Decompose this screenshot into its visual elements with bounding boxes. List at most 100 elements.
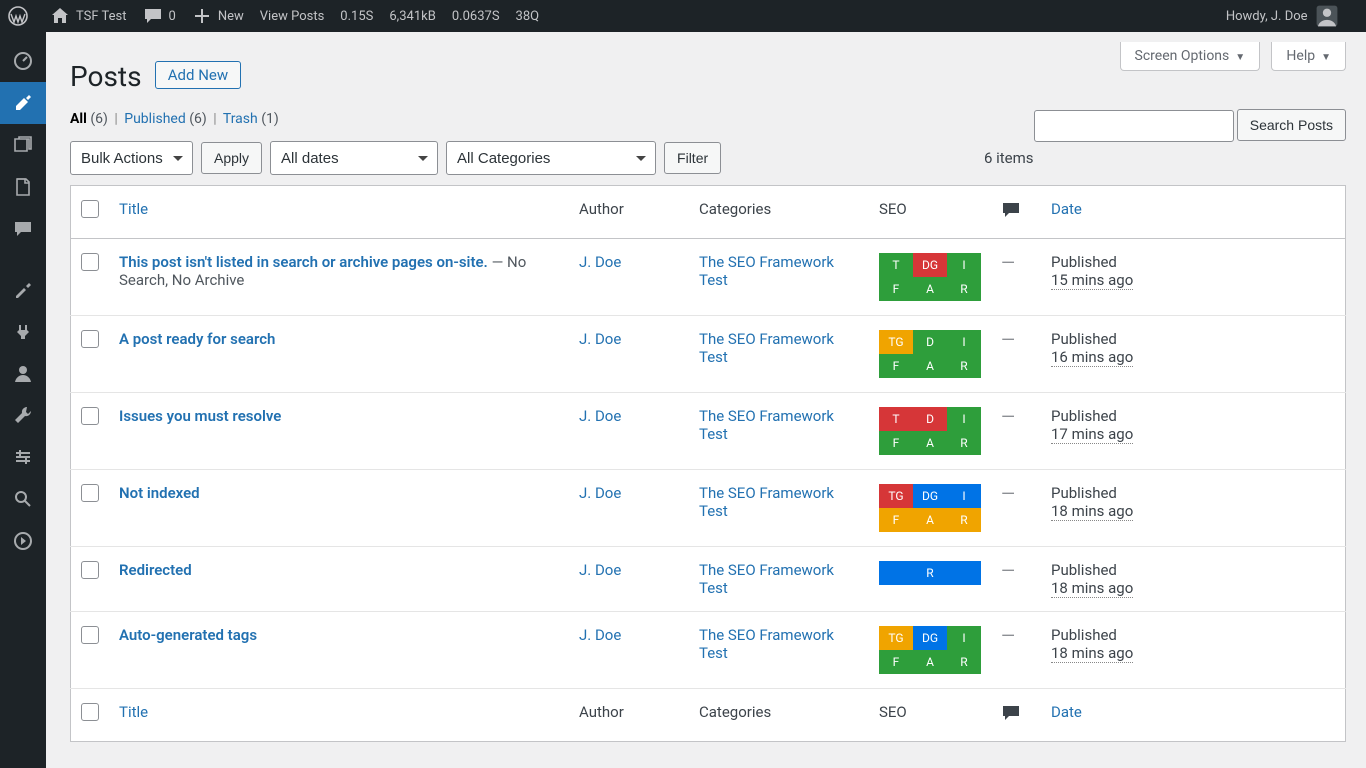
table-row: Auto-generated tags J. Doe The SEO Framewo…	[71, 612, 1346, 689]
category-link[interactable]: The SEO Framework Test	[699, 484, 834, 520]
debug-stat-0[interactable]: 0.15S	[332, 0, 381, 32]
items-count: 6 items	[984, 149, 1034, 167]
author-link[interactable]: J. Doe	[579, 330, 621, 348]
content-wrap: Screen Options▼ Help▼ Posts Add New Sear…	[46, 32, 1366, 762]
filter-published[interactable]: Published	[124, 111, 185, 127]
menu-settings[interactable]	[0, 436, 46, 478]
bulk-actions-select[interactable]: Bulk Actions	[70, 141, 193, 175]
menu-plugins[interactable]	[0, 310, 46, 352]
menu-appearance[interactable]	[0, 268, 46, 310]
posts-table: Title Author Categories SEO Date This po…	[70, 185, 1346, 742]
seo-pill: TG	[879, 330, 913, 354]
col-categories: Categories	[689, 186, 869, 239]
site-link[interactable]: TSF Test	[42, 0, 135, 32]
menu-search[interactable]	[0, 478, 46, 520]
filter-button[interactable]: Filter	[664, 142, 721, 174]
comments-count: —	[1001, 561, 1015, 582]
seo-pill: I	[947, 407, 981, 431]
seo-pill: A	[913, 277, 947, 301]
page-title: Posts	[70, 60, 142, 93]
apply-button[interactable]: Apply	[201, 142, 262, 174]
category-filter-select[interactable]: All Categories	[446, 141, 656, 175]
post-status: Published	[1051, 484, 1117, 502]
search-box: Search Posts	[1034, 109, 1347, 142]
row-checkbox[interactable]	[81, 330, 99, 348]
seo-pill: DG	[913, 253, 947, 277]
author-link[interactable]: J. Doe	[579, 484, 621, 502]
table-row: Issues you must resolve J. Doe The SEO Fra…	[71, 393, 1346, 470]
post-date: 18 mins ago	[1051, 502, 1133, 521]
seo-pill: R	[879, 561, 981, 585]
seo-pill: F	[879, 277, 913, 301]
search-button[interactable]: Search Posts	[1237, 109, 1346, 141]
row-checkbox[interactable]	[81, 626, 99, 644]
category-link[interactable]: The SEO Framework Test	[699, 330, 834, 366]
my-account[interactable]: Howdy, J. Doe	[1218, 0, 1354, 32]
comments-count: 0	[169, 9, 176, 24]
seo-pill: A	[913, 431, 947, 455]
category-link[interactable]: The SEO Framework Test	[699, 253, 834, 289]
menu-tools[interactable]	[0, 394, 46, 436]
col-date-foot[interactable]: Date	[1051, 703, 1082, 721]
view-posts[interactable]: View Posts	[252, 0, 333, 32]
author-link[interactable]: J. Doe	[579, 626, 621, 644]
post-title-link[interactable]: Redirected	[119, 561, 192, 579]
menu-pages[interactable]	[0, 166, 46, 208]
help-tab[interactable]: Help▼	[1271, 42, 1346, 71]
col-comments	[991, 186, 1041, 239]
post-title-link[interactable]: A post ready for search	[119, 330, 275, 348]
menu-separator	[0, 250, 46, 268]
category-link[interactable]: The SEO Framework Test	[699, 561, 834, 597]
author-link[interactable]: J. Doe	[579, 561, 621, 579]
col-date[interactable]: Date	[1051, 200, 1082, 218]
debug-stat-1[interactable]: 6,341kB	[381, 0, 443, 32]
col-seo: SEO	[869, 186, 991, 239]
post-title-link[interactable]: Auto-generated tags	[119, 626, 257, 644]
new-content[interactable]: New	[184, 0, 252, 32]
menu-posts[interactable]	[0, 82, 46, 124]
select-all-bottom[interactable]	[81, 703, 99, 721]
screen-options-tab[interactable]: Screen Options▼	[1120, 42, 1261, 71]
seo-bar: R	[879, 561, 981, 585]
search-input[interactable]	[1034, 110, 1234, 142]
col-title-foot[interactable]: Title	[119, 703, 148, 721]
post-title-link[interactable]: Issues you must resolve	[119, 407, 281, 425]
category-link[interactable]: The SEO Framework Test	[699, 407, 834, 443]
post-title-link[interactable]: This post isn't listed in search or arch…	[119, 253, 488, 271]
seo-pill: A	[913, 650, 947, 674]
row-checkbox[interactable]	[81, 484, 99, 502]
author-link[interactable]: J. Doe	[579, 407, 621, 425]
menu-media[interactable]	[0, 124, 46, 166]
filter-all[interactable]: All	[70, 111, 87, 127]
filter-trash[interactable]: Trash	[223, 111, 258, 127]
menu-users[interactable]	[0, 352, 46, 394]
category-link[interactable]: The SEO Framework Test	[699, 626, 834, 662]
seo-pill: T	[879, 407, 913, 431]
seo-bar: TDGIFAR	[879, 253, 981, 301]
row-checkbox[interactable]	[81, 561, 99, 579]
menu-collapse[interactable]	[0, 520, 46, 562]
tablenav-top: Bulk Actions Apply All dates All Categor…	[70, 141, 1034, 175]
wp-logo[interactable]	[0, 0, 42, 32]
seo-pill: R	[947, 277, 981, 301]
seo-pill: I	[947, 484, 981, 508]
seo-pill: F	[879, 354, 913, 378]
select-all-top[interactable]	[81, 200, 99, 218]
col-title[interactable]: Title	[119, 200, 148, 218]
row-checkbox[interactable]	[81, 407, 99, 425]
comments-count: —	[1001, 484, 1015, 505]
date-filter-select[interactable]: All dates	[270, 141, 438, 175]
seo-pill: R	[947, 650, 981, 674]
debug-stat-3[interactable]: 38Q	[508, 0, 548, 32]
debug-stat-2[interactable]: 0.0637S	[444, 0, 508, 32]
comments-count: —	[1001, 407, 1015, 428]
author-link[interactable]: J. Doe	[579, 253, 621, 271]
add-new-button[interactable]: Add New	[155, 61, 241, 89]
row-checkbox[interactable]	[81, 253, 99, 271]
menu-dashboard[interactable]	[0, 40, 46, 82]
post-title-link[interactable]: Not indexed	[119, 484, 200, 502]
menu-comments[interactable]	[0, 208, 46, 250]
seo-pill: TG	[879, 484, 913, 508]
post-date: 18 mins ago	[1051, 579, 1133, 598]
comments-link[interactable]: 0	[135, 0, 184, 32]
